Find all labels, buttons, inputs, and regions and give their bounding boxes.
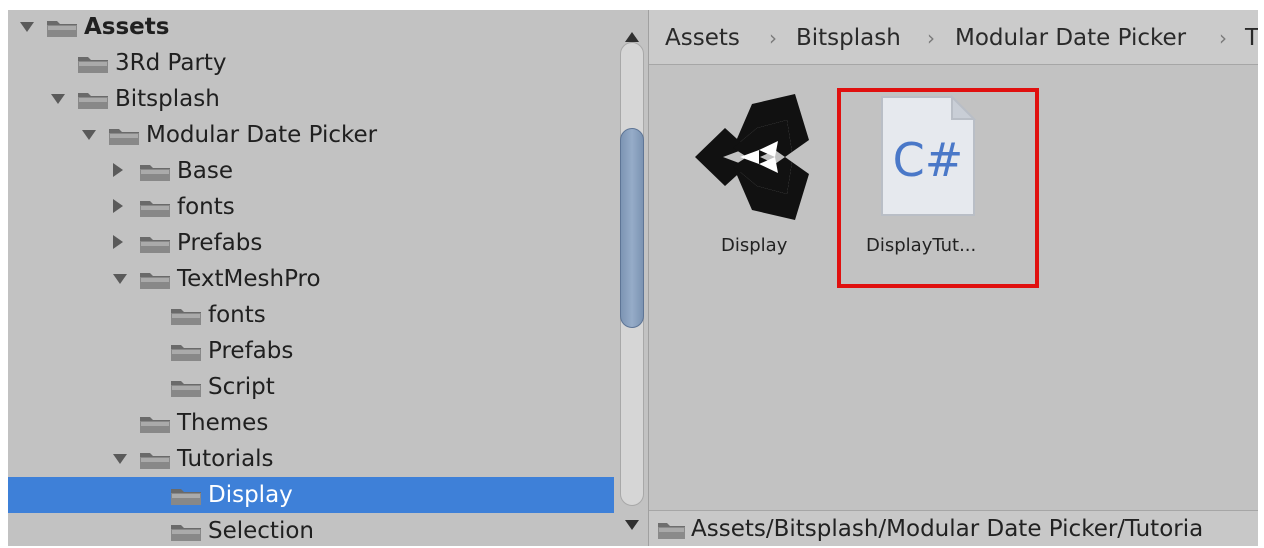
folder-icon (171, 489, 201, 505)
tree-item-label: Prefabs (208, 338, 294, 364)
breadcrumb-separator-icon: › (927, 26, 935, 50)
folder-icon (47, 21, 77, 37)
tree-item-label: Assets (84, 14, 170, 40)
folder-icon (109, 129, 139, 145)
folder-icon (171, 525, 201, 541)
csharp-script-icon: C# (880, 95, 976, 217)
folder-icon (78, 93, 108, 109)
expand-arrow-down-icon[interactable] (82, 130, 96, 140)
tree-item-label: Base (177, 158, 234, 184)
tree-item[interactable]: fonts (8, 189, 614, 225)
folder-tree: Assets 3Rd Party Bitsplash Modular Date Pic… (8, 10, 614, 546)
scroll-up-arrow-icon[interactable] (625, 32, 639, 42)
tree-item[interactable]: 3Rd Party (8, 45, 614, 81)
unity-scene-icon (695, 94, 809, 220)
project-window: Assets 3Rd Party Bitsplash Modular Date Pic… (8, 10, 1258, 546)
folder-icon (140, 417, 170, 433)
csharp-label: C# (892, 133, 964, 187)
expand-arrow-down-icon[interactable] (113, 274, 127, 284)
breadcrumb-separator-icon: › (769, 26, 777, 50)
tree-item[interactable]: Prefabs (8, 225, 614, 261)
tree-item-label: Display (208, 482, 293, 508)
folder-icon (78, 57, 108, 73)
expand-arrow-right-icon[interactable] (113, 235, 123, 249)
tree-item[interactable]: Bitsplash (8, 81, 614, 117)
breadcrumb-item-bitsplash[interactable]: Bitsplash (796, 23, 901, 53)
tree-item-label: TextMeshPro (177, 266, 321, 292)
folder-icon (140, 453, 170, 469)
tree-item[interactable]: Selection (8, 513, 614, 546)
expand-arrow-down-icon[interactable] (20, 22, 34, 32)
tree-item[interactable]: Themes (8, 405, 614, 441)
breadcrumb-item-modular-date-picker[interactable]: Modular Date Picker (955, 23, 1186, 53)
breadcrumb-item-assets[interactable]: Assets (665, 23, 740, 53)
status-bar: Assets/Bitsplash/Modular Date Picker/Tut… (649, 510, 1258, 546)
tree-item-label: Script (208, 374, 275, 400)
folder-icon (140, 165, 170, 181)
tree-item[interactable]: Display (8, 477, 614, 513)
tree-item-label: Modular Date Picker (146, 122, 378, 148)
expand-arrow-right-icon[interactable] (113, 199, 123, 213)
tree-item[interactable]: Script (8, 369, 614, 405)
tree-item[interactable]: fonts (8, 297, 614, 333)
expand-arrow-right-icon[interactable] (113, 163, 123, 177)
tree-item-label: Bitsplash (115, 86, 220, 112)
expand-arrow-down-icon[interactable] (113, 454, 127, 464)
folder-icon (171, 381, 201, 397)
tree-item[interactable]: Tutorials (8, 441, 614, 477)
tree-item[interactable]: Prefabs (8, 333, 614, 369)
folder-icon (140, 201, 170, 217)
tree-scrollbar[interactable] (614, 10, 649, 546)
status-path: Assets/Bitsplash/Modular Date Picker/Tut… (691, 516, 1204, 542)
folder-icon (171, 309, 201, 325)
folder-icon (140, 237, 170, 253)
tree-item-label: 3Rd Party (115, 50, 227, 76)
breadcrumb-item-tutorials[interactable]: T (1245, 23, 1258, 53)
scroll-thumb[interactable] (620, 128, 644, 328)
folder-icon (171, 345, 201, 361)
tree-item-label: Prefabs (177, 230, 263, 256)
tree-item[interactable]: Assets (8, 10, 614, 45)
asset-label-display: Display (721, 235, 788, 256)
tree-item-label: Selection (208, 518, 314, 544)
breadcrumb-separator-icon: › (1219, 26, 1227, 50)
asset-browser-panel: Assets › Bitsplash › Modular Date Picker… (649, 10, 1258, 546)
tree-item-label: Tutorials (177, 446, 274, 472)
scroll-down-arrow-icon[interactable] (625, 520, 639, 530)
expand-arrow-down-icon[interactable] (51, 94, 65, 104)
asset-label-displaytut: DisplayTut... (866, 235, 977, 256)
tree-item-label: fonts (177, 194, 235, 220)
tree-item[interactable]: Modular Date Picker (8, 117, 614, 153)
folder-icon (658, 523, 685, 539)
tree-item-label: fonts (208, 302, 266, 328)
folder-icon (140, 273, 170, 289)
breadcrumb: Assets › Bitsplash › Modular Date Picker… (649, 10, 1258, 65)
tree-item-label: Themes (177, 410, 269, 436)
tree-item[interactable]: Base (8, 153, 614, 189)
tree-item[interactable]: TextMeshPro (8, 261, 614, 297)
